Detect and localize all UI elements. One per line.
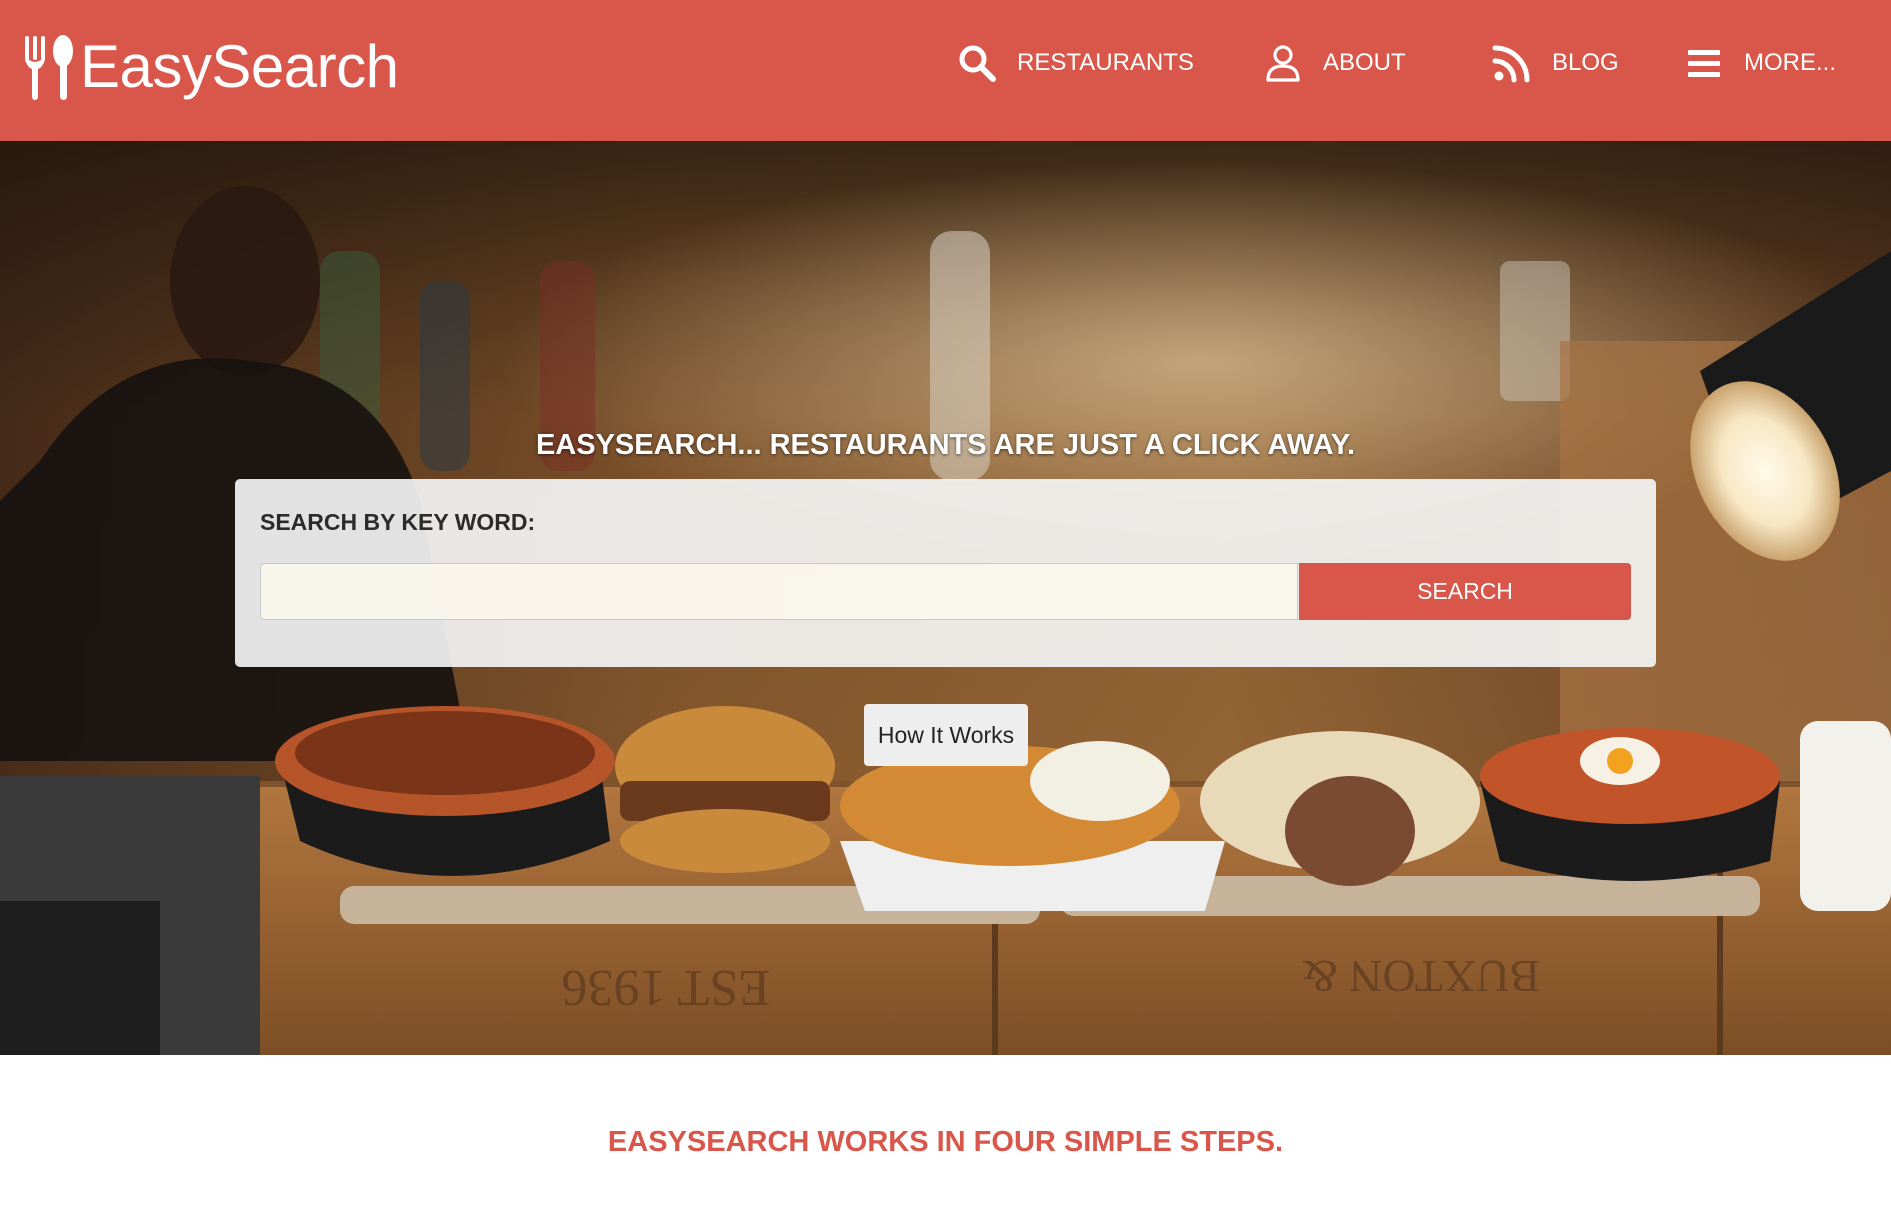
nav-about-label: ABOUT <box>1323 49 1406 76</box>
nav-more-label: MORE... <box>1744 49 1837 76</box>
rss-icon <box>1492 45 1530 83</box>
fork-spoon-icon <box>25 35 73 100</box>
search-input[interactable] <box>260 563 1298 620</box>
navbar: EasySearch RESTAURANTS ABOUT BLOG MORE..… <box>0 0 1891 141</box>
svg-text:EST 1936: EST 1936 <box>561 959 770 1016</box>
user-icon <box>1266 45 1300 82</box>
hero-tagline: EASYSEARCH... RESTAURANTS ARE JUST A CLI… <box>535 429 1356 461</box>
nav-more[interactable]: MORE... <box>1684 40 1836 86</box>
brand-logo[interactable]: EasySearch <box>22 32 399 102</box>
search-button[interactable]: SEARCH <box>1299 563 1631 620</box>
search-label: SEARCH BY KEY WORD: <box>260 509 536 535</box>
brand-name: EasySearch <box>80 33 399 100</box>
nav-about[interactable]: ABOUT <box>1263 40 1406 86</box>
hero-section: EST 1936 BUXTON & EASYSEARCH... RESTAURA… <box>0 141 1891 1055</box>
search-panel: SEARCH BY KEY WORD: SEARCH <box>235 479 1656 667</box>
nav-blog-label: BLOG <box>1552 49 1619 76</box>
search-icon <box>959 45 996 82</box>
nav-restaurants-label: RESTAURANTS <box>1017 49 1194 76</box>
nav-blog[interactable]: BLOG <box>1492 40 1619 86</box>
steps-section-title: EASYSEARCH WORKS IN FOUR SIMPLE STEPS. <box>607 1126 1284 1158</box>
hamburger-menu-icon <box>1688 50 1720 77</box>
svg-text:BUXTON &: BUXTON & <box>1302 951 1540 1002</box>
how-it-works-button[interactable]: How It Works <box>864 704 1028 766</box>
nav-restaurants[interactable]: RESTAURANTS <box>957 40 1194 86</box>
